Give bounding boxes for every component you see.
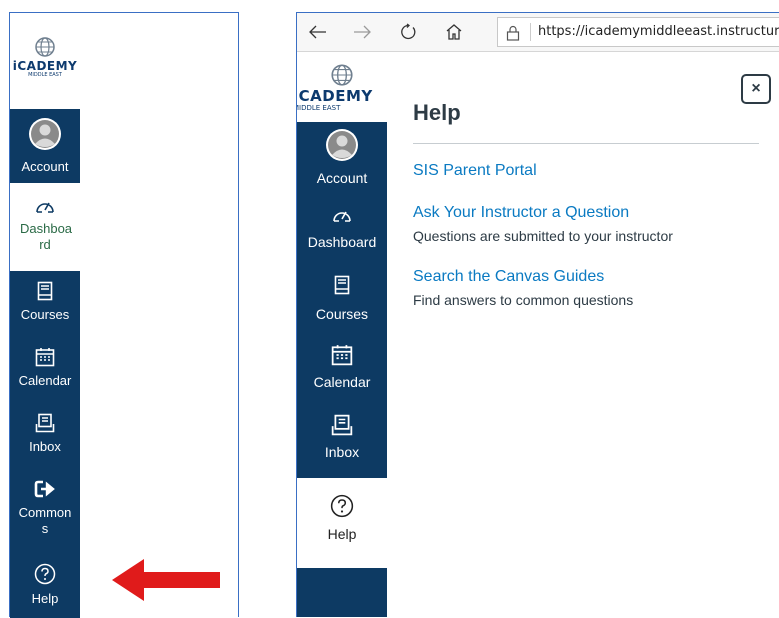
nav-dashboard[interactable]: Dashboa rd	[10, 187, 80, 269]
nav-inbox-label: Inbox	[324, 444, 360, 460]
nav-account-label: Account	[316, 170, 368, 186]
help-question-icon	[330, 494, 354, 518]
refresh-button[interactable]	[395, 19, 421, 45]
inbox-icon	[35, 413, 55, 433]
nav-account-label: Account	[21, 159, 69, 174]
globe-logo-icon	[35, 37, 55, 57]
home-button[interactable]	[441, 19, 467, 45]
nav-dashboard-label: Dashboa rd	[20, 221, 73, 252]
calendar-icon	[331, 345, 353, 366]
right-screenshot-panel: https://icademymiddleeast.instructure.co…	[296, 12, 779, 617]
left-screenshot-panel: iCADEMY MIDDLE EAST Account Dashboa rd C…	[9, 12, 239, 618]
nav-calendar[interactable]: Calendar	[297, 344, 387, 390]
calendar-icon	[35, 348, 55, 367]
arrow-left-icon	[309, 25, 326, 39]
dashboard-gauge-icon	[36, 202, 54, 213]
forward-button[interactable]	[349, 19, 375, 45]
account-avatar-icon	[326, 129, 358, 161]
nav-help-label: Help	[31, 591, 59, 606]
nav-courses-label: Courses	[315, 306, 369, 322]
nav-courses[interactable]: Courses	[10, 271, 80, 343]
search-canvas-guides-description: Find answers to common questions	[413, 292, 634, 308]
address-divider	[530, 23, 531, 41]
help-tray-title: Help	[413, 100, 461, 125]
logo-brand-text: iCADEMY	[296, 87, 373, 105]
nav-calendar-label: Calendar	[18, 373, 72, 388]
close-tray-button[interactable]: ×	[741, 74, 771, 104]
nav-calendar[interactable]: Calendar	[10, 343, 80, 407]
nav-inbox[interactable]: Inbox	[10, 407, 80, 473]
global-nav-narrow: iCADEMY MIDDLE EAST Account Dashboa rd C…	[10, 13, 80, 618]
icademy-logo[interactable]: iCADEMY MIDDLE EAST	[297, 52, 387, 122]
sis-parent-portal-link[interactable]: SIS Parent Portal	[413, 162, 537, 180]
globe-logo-icon	[331, 64, 353, 86]
ask-instructor-link[interactable]: Ask Your Instructor a Question	[413, 204, 629, 222]
inbox-icon	[331, 414, 353, 436]
nav-inbox[interactable]: Inbox	[297, 414, 387, 460]
url-text: https://icademymiddleeast.instructure.co…	[538, 24, 779, 39]
help-title-divider	[413, 143, 759, 144]
ask-instructor-description: Questions are submitted to your instruct…	[413, 228, 673, 244]
nav-dashboard[interactable]: Dashboard	[297, 206, 387, 250]
logo-sub-text: MIDDLE EAST	[296, 104, 341, 112]
nav-inbox-label: Inbox	[29, 439, 61, 454]
help-question-icon	[34, 563, 56, 585]
logo-brand-text: iCADEMY	[12, 59, 78, 73]
address-bar[interactable]: https://icademymiddleeast.instructure.co…	[497, 17, 779, 47]
commons-arrow-icon	[34, 480, 55, 498]
nav-commons[interactable]: Common s	[10, 473, 80, 557]
logo-sub-text: MIDDLE EAST	[28, 72, 62, 78]
home-icon	[446, 24, 462, 40]
courses-book-icon	[334, 275, 350, 295]
browser-toolbar: https://icademymiddleeast.instructure.co…	[297, 13, 779, 52]
back-button[interactable]	[305, 19, 331, 45]
nav-courses[interactable]: Courses	[297, 274, 387, 322]
global-nav: iCADEMY MIDDLE EAST Account Dashboard Co…	[297, 52, 387, 617]
nav-help[interactable]: Help	[10, 557, 80, 618]
nav-account[interactable]: Account	[10, 109, 80, 183]
courses-book-icon	[37, 281, 53, 301]
arrow-right-icon	[354, 25, 371, 39]
dashboard-gauge-icon	[333, 211, 351, 222]
nav-dashboard-label: Dashboard	[307, 234, 377, 250]
refresh-icon	[401, 23, 416, 40]
close-icon: ×	[751, 80, 761, 97]
lock-icon	[506, 25, 520, 41]
red-pointer-arrow	[112, 559, 220, 601]
nav-account[interactable]: Account	[297, 128, 387, 186]
help-tray: × Help SIS Parent Portal Ask Your Instru…	[387, 52, 779, 617]
search-canvas-guides-link[interactable]: Search the Canvas Guides	[413, 268, 604, 286]
nav-help-active[interactable]: Help	[297, 478, 387, 568]
nav-calendar-label: Calendar	[313, 374, 371, 390]
account-avatar-icon	[29, 118, 61, 150]
nav-commons-label: Common s	[18, 505, 72, 536]
nav-courses-label: Courses	[20, 307, 70, 322]
icademy-logo[interactable]: iCADEMY MIDDLE EAST	[10, 35, 80, 79]
nav-help-label: Help	[327, 526, 357, 542]
